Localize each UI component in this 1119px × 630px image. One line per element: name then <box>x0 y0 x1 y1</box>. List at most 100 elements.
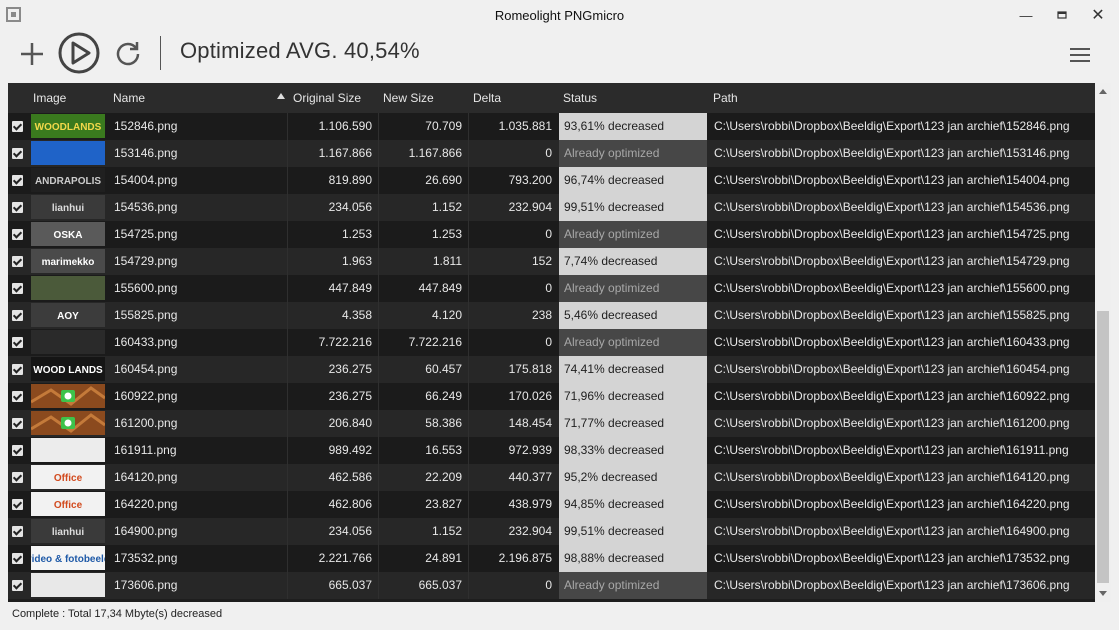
table-row[interactable]: lianhui 154536.png 234.056 1.152 232.904 99,5… <box>8 194 1095 221</box>
table-row[interactable]: WOODLANDS 152846.png 1.106.590 70.709 1.035.… <box>8 113 1095 140</box>
row-checkbox[interactable] <box>12 337 23 348</box>
status-cell: 74,41% decreased <box>559 356 707 383</box>
header-new-size[interactable]: New Size <box>383 83 434 113</box>
row-checkbox[interactable] <box>12 526 23 537</box>
row-checkbox[interactable] <box>12 418 23 429</box>
thumbnail-text: WOOD LANDS <box>33 365 103 376</box>
status-cell: 96,74% decreased <box>559 167 707 194</box>
table-row[interactable]: video & fotobeeld 173532.png 2.221.766 24.8… <box>8 545 1095 572</box>
close-button[interactable]: ✕ <box>1088 6 1108 26</box>
table-row[interactable]: 153146.png 1.167.866 1.167.866 0 Already opt… <box>8 140 1095 167</box>
minimize-button[interactable]: — <box>1016 6 1036 26</box>
row-checkbox[interactable] <box>12 229 23 240</box>
file-path: C:\Users\robbi\Dropbox\Beeldig\Export\12… <box>714 173 1070 187</box>
original-size: 447.849 <box>328 281 372 295</box>
thumbnail-image <box>31 276 105 300</box>
table-row[interactable]: 155600.png 447.849 447.849 0 Already optimiz… <box>8 275 1095 302</box>
table-row[interactable]: 173606.png 665.037 665.037 0 Already optimiz… <box>8 572 1095 599</box>
hamburger-menu-button[interactable] <box>1070 48 1090 64</box>
thumbnail-text: lianhui <box>52 203 84 214</box>
refresh-button[interactable] <box>114 39 142 67</box>
thumbnail-text: ANDRAPOLIS <box>35 176 101 187</box>
delta-size: 793.200 <box>508 173 552 187</box>
row-checkbox[interactable] <box>12 499 23 510</box>
thumbnail-text: video & fotobeeld <box>31 554 105 565</box>
new-size: 22.209 <box>425 470 462 484</box>
new-size: 1.253 <box>431 227 462 241</box>
row-checkbox[interactable] <box>12 364 23 375</box>
table-row[interactable]: 160433.png 7.722.216 7.722.216 0 Already opt… <box>8 329 1095 356</box>
header-delta[interactable]: Delta <box>473 83 501 113</box>
table-row[interactable]: lianhui 164900.png 234.056 1.152 232.904 99,5… <box>8 518 1095 545</box>
status-cell: 7,74% decreased <box>559 248 707 275</box>
table-row[interactable]: 161200.png 206.840 58.386 148.454 71,77% dec… <box>8 410 1095 437</box>
header-status[interactable]: Status <box>563 83 597 113</box>
file-name: 154536.png <box>114 200 178 214</box>
thumbnail-image <box>31 573 105 597</box>
status-cell: 5,46% decreased <box>559 302 707 329</box>
table-row[interactable]: AOY 155825.png 4.358 4.120 238 5,46% decrease… <box>8 302 1095 329</box>
maximize-button[interactable] <box>1052 6 1072 26</box>
window-title: Romeolight PNGmicro <box>494 8 625 23</box>
original-size: 462.806 <box>328 497 372 511</box>
row-checkbox[interactable] <box>12 175 23 186</box>
delta-size: 232.904 <box>508 524 552 538</box>
sort-ascending-icon <box>277 93 285 99</box>
status-cell: Already optimized <box>559 275 707 302</box>
column-divider <box>287 383 288 410</box>
table-row[interactable]: OSKA 154725.png 1.253 1.253 0 Already optimiz… <box>8 221 1095 248</box>
row-checkbox[interactable] <box>12 391 23 402</box>
toolbar-separator <box>160 36 161 70</box>
toolbar: Optimized AVG. 40,54% <box>0 32 1119 80</box>
row-checkbox[interactable] <box>12 121 23 132</box>
file-name: 154004.png <box>114 173 178 187</box>
original-size: 989.492 <box>328 443 372 457</box>
table-row[interactable]: 160922.png 236.275 66.249 170.026 71,96% dec… <box>8 383 1095 410</box>
table-row[interactable]: ANDRAPOLIS 154004.png 819.890 26.690 793.200… <box>8 167 1095 194</box>
scrollbar-thumb[interactable] <box>1097 311 1109 583</box>
file-path: C:\Users\robbi\Dropbox\Beeldig\Export\12… <box>714 119 1070 133</box>
row-checkbox[interactable] <box>12 283 23 294</box>
table-row[interactable]: Office 164120.png 462.586 22.209 440.377 95,2… <box>8 464 1095 491</box>
row-checkbox[interactable] <box>12 472 23 483</box>
row-checkbox[interactable] <box>12 553 23 564</box>
header-original-size[interactable]: Original Size <box>293 83 361 113</box>
new-size: 70.709 <box>425 119 462 133</box>
file-name: 173532.png <box>114 551 178 565</box>
scroll-up-icon[interactable] <box>1099 89 1107 94</box>
column-divider <box>287 329 288 356</box>
file-name: 164900.png <box>114 524 178 538</box>
delta-size: 152 <box>531 254 552 268</box>
scroll-down-icon[interactable] <box>1099 591 1107 596</box>
original-size: 4.358 <box>341 308 372 322</box>
thumbnail-image <box>31 330 105 354</box>
add-files-button[interactable] <box>18 40 46 68</box>
new-size: 665.037 <box>418 578 462 592</box>
vertical-scrollbar[interactable] <box>1095 83 1111 602</box>
start-optimize-button[interactable] <box>58 32 100 74</box>
file-name: 154729.png <box>114 254 178 268</box>
status-bar-text: Complete : Total 17,34 Mbyte(s) decrease… <box>12 608 223 620</box>
row-checkbox[interactable] <box>12 256 23 267</box>
table-row[interactable]: Office 164220.png 462.806 23.827 438.979 94,8… <box>8 491 1095 518</box>
thumbnail-text: Office <box>54 473 83 484</box>
row-checkbox[interactable] <box>12 310 23 321</box>
row-checkbox[interactable] <box>12 445 23 456</box>
row-checkbox[interactable] <box>12 580 23 591</box>
table-row[interactable]: WOOD LANDS 160454.png 236.275 60.457 175.818… <box>8 356 1095 383</box>
thumbnail-image: marimekko <box>31 249 105 273</box>
file-path: C:\Users\robbi\Dropbox\Beeldig\Export\12… <box>714 335 1070 349</box>
header-image[interactable]: Image <box>33 83 66 113</box>
header-path[interactable]: Path <box>713 83 738 113</box>
file-name: 173606.png <box>114 578 178 592</box>
table-row[interactable]: 161911.png 989.492 16.553 972.939 98,33% dec… <box>8 437 1095 464</box>
row-checkbox[interactable] <box>12 202 23 213</box>
file-name: 160433.png <box>114 335 178 349</box>
original-size: 7.722.216 <box>318 335 372 349</box>
file-name: 160454.png <box>114 362 178 376</box>
file-name: 152846.png <box>114 119 178 133</box>
row-checkbox[interactable] <box>12 148 23 159</box>
table-row[interactable]: marimekko 154729.png 1.963 1.811 152 7,74% de… <box>8 248 1095 275</box>
file-path: C:\Users\robbi\Dropbox\Beeldig\Export\12… <box>714 146 1070 160</box>
header-name[interactable]: Name <box>113 83 145 113</box>
